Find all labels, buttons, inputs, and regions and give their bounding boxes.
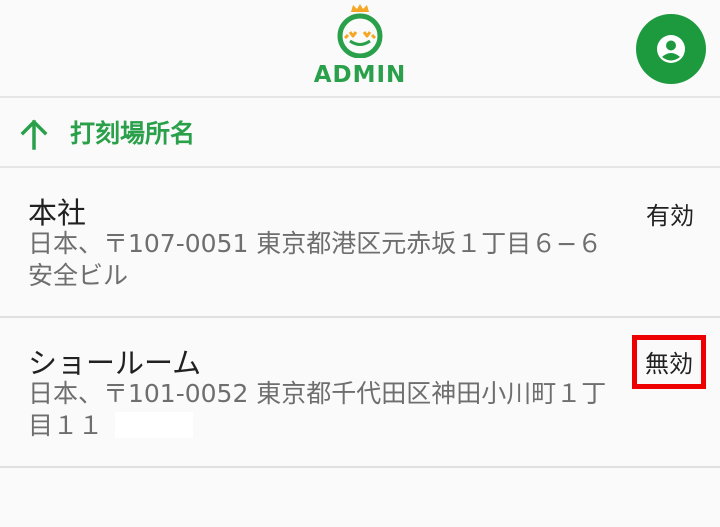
logo-text: ADMIN (313, 62, 407, 88)
location-address: 日本、〒101-0052 東京都千代田区神田小川町１丁目１１ (28, 378, 618, 442)
account-button[interactable] (636, 14, 706, 84)
redacted-block (115, 412, 194, 438)
status-label-highlighted: 無効 (632, 335, 706, 389)
location-name: 本社 (28, 196, 87, 230)
section-title[interactable]: 打刻場所名 (70, 114, 195, 150)
status-label: 有効 (646, 202, 694, 230)
location-address: 日本、〒107-0051 東京都港区元赤坂１丁目６−６ 安全ビル (28, 229, 603, 290)
app-header: ADMIN (0, 0, 720, 98)
list-item[interactable]: 本社 日本、〒107-0051 東京都港区元赤坂１丁目６−６ 安全ビル 有効 (0, 168, 720, 318)
admin-logo: ADMIN (300, 2, 420, 92)
section-header: 打刻場所名 (0, 98, 720, 168)
account-circle-icon (657, 35, 685, 63)
location-name: ショールーム (28, 346, 202, 380)
smiley-crown-icon (337, 4, 383, 58)
arrow-up-icon[interactable] (18, 118, 50, 150)
list-item[interactable]: ショールーム 日本、〒101-0052 東京都千代田区神田小川町１丁目１１ 無効 (0, 318, 720, 468)
